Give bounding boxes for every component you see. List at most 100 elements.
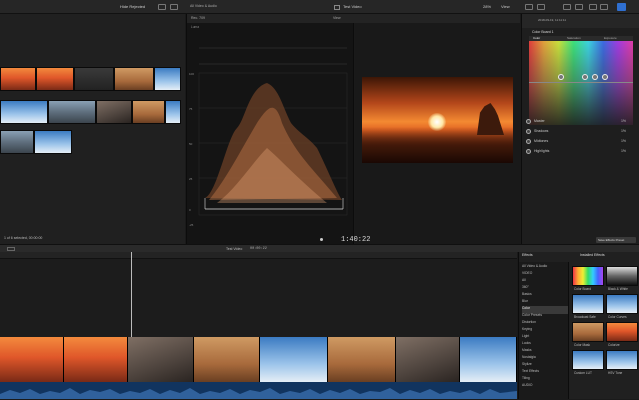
clip-thumbnail[interactable] [0, 67, 36, 91]
effect-thumbnail[interactable] [606, 350, 638, 370]
timeline-clip[interactable] [260, 337, 328, 382]
viewer-frame[interactable] [362, 77, 513, 163]
timeline-clip[interactable] [194, 337, 260, 382]
view-menu[interactable]: View [501, 4, 510, 9]
clip-thumbnail[interactable] [96, 100, 132, 124]
viewer [355, 14, 520, 244]
clip-thumbnail[interactable] [74, 67, 114, 91]
param-highlights[interactable]: Highlights 1% [526, 147, 638, 156]
effects-header: Effects [522, 253, 533, 257]
param-value[interactable]: 1% [621, 139, 626, 143]
effect-label: Color Board [574, 287, 592, 291]
fullscreen-button[interactable] [617, 3, 626, 11]
param-value[interactable]: 1% [621, 149, 626, 153]
timeline-clip-strip[interactable] [0, 337, 517, 382]
clip-thumbnail[interactable] [165, 100, 181, 124]
midtones-dot-icon [526, 139, 531, 144]
scope-tick-0: 0 [189, 208, 191, 212]
master-dot-icon [526, 119, 531, 124]
effects-browser: Effects Installed Effects All Video & Au… [518, 252, 639, 399]
clip-thumbnail[interactable] [114, 67, 154, 91]
zoom-menu[interactable]: 28% [483, 4, 491, 9]
video-scopes: Rec. 709 View Luma 100 75 50 25 0 -25 [186, 14, 355, 244]
share-icon[interactable] [537, 4, 545, 10]
highlights-dot-icon [526, 149, 531, 154]
effect-thumbnail[interactable] [606, 322, 638, 342]
param-shadows[interactable]: Shadows 1% [526, 127, 638, 136]
audio-waveform [0, 388, 517, 399]
color-board-menu[interactable]: Color Board 1 [532, 30, 554, 34]
clip-thumbnail[interactable] [154, 67, 181, 91]
inspector-toggle-icon[interactable] [525, 4, 533, 10]
neutral-line [529, 82, 633, 83]
viewer-header [355, 14, 520, 23]
save-effects-preset-button[interactable]: Save Effects Preset [596, 237, 636, 243]
selection-status: 1 of 6 selected, 00:00:00 [4, 236, 43, 240]
scope-view-menu[interactable]: View [333, 16, 341, 20]
event-title: Test Video [343, 4, 362, 9]
media-browser: 1 of 6 selected, 00:00:00 [0, 14, 185, 244]
scope-tick-neg25: -25 [189, 223, 194, 227]
color-board-icon[interactable] [575, 4, 583, 10]
master-puck[interactable] [558, 74, 564, 80]
rock-formation [477, 103, 504, 135]
timeline-ruler[interactable] [0, 252, 517, 259]
timeline-clip[interactable] [396, 337, 460, 382]
clip-thumbnail[interactable] [48, 100, 96, 124]
param-value[interactable]: 1% [621, 119, 626, 123]
effect-thumbnail[interactable] [606, 294, 638, 314]
tab-saturation[interactable]: Saturation [567, 36, 581, 40]
color-board-shade [529, 41, 633, 125]
timeline-clip[interactable] [328, 337, 396, 382]
scope-tick-100: 100 [189, 72, 194, 76]
tab-exposure[interactable]: Exposure [604, 36, 617, 40]
shadows-dot-icon [526, 129, 531, 134]
list-view-icon[interactable] [170, 4, 178, 10]
project-duration: 00:00:22 [250, 247, 267, 251]
midtones-puck[interactable] [592, 74, 598, 80]
tab-color[interactable]: Color [533, 36, 540, 40]
info-icon[interactable] [563, 4, 571, 10]
clip-thumbnail[interactable] [0, 100, 48, 124]
effect-label: HSV Tone [608, 371, 623, 375]
effect-thumbnail[interactable] [572, 294, 604, 314]
effect-label: Black & White [608, 287, 628, 291]
timeline-index-icon[interactable] [7, 247, 15, 251]
gear-icon[interactable] [600, 4, 608, 10]
param-value[interactable]: 1% [621, 129, 626, 133]
clip-filter-menu[interactable]: All Video & Audio [190, 4, 217, 8]
effect-label: Broadcast Safe [574, 315, 596, 319]
scope-tick-50: 50 [189, 142, 193, 146]
category-item[interactable]: AUDIO [522, 383, 568, 391]
play-icon[interactable] [320, 238, 323, 241]
shadows-puck[interactable] [582, 74, 588, 80]
clip-thumbnail[interactable] [0, 130, 34, 154]
scope-standard[interactable]: Rec. 709 [191, 16, 205, 20]
highlights-puck[interactable] [602, 74, 608, 80]
effect-label: Color Mask [574, 343, 591, 347]
param-master[interactable]: Master 1% [526, 117, 638, 126]
clip-thumbnail[interactable] [36, 67, 74, 91]
param-label: Master [534, 119, 545, 123]
effect-thumbnail[interactable] [572, 350, 604, 370]
timeline-clip[interactable] [460, 337, 517, 382]
timeline-clip[interactable] [128, 337, 194, 382]
audio-icon[interactable] [589, 4, 597, 10]
viewer-layout-icon[interactable] [334, 5, 340, 10]
clip-thumbnail[interactable] [34, 130, 72, 154]
timeline-clip[interactable] [64, 337, 128, 382]
effect-thumbnail[interactable] [606, 266, 638, 286]
audio-waveform-track[interactable] [0, 382, 517, 399]
scope-tick-25: 25 [189, 177, 193, 181]
effect-thumbnail[interactable] [572, 322, 604, 342]
color-inspector: 2018-09-19, 11:11:11 Color Board 1 Color… [521, 14, 639, 244]
timeline-clip[interactable] [0, 337, 64, 382]
waveform-scope: 100 75 50 25 0 -25 [189, 47, 348, 227]
inspector-header: 2018-09-19, 11:11:11 [522, 14, 639, 28]
clip-thumbnail[interactable] [132, 100, 165, 124]
effect-thumbnail[interactable] [572, 266, 604, 286]
inspector-date: 2018-09-19, 11:11:11 [538, 18, 567, 22]
param-midtones[interactable]: Midtones 1% [526, 137, 638, 146]
hide-rejected-filter[interactable]: Hide Rejected [120, 4, 145, 9]
filmstrip-view-icon[interactable] [158, 4, 166, 10]
